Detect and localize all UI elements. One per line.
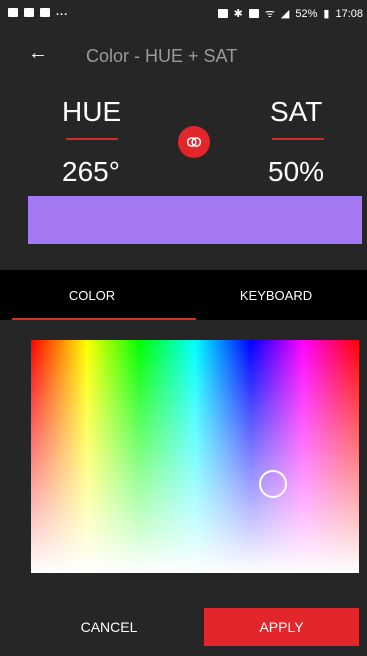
link-rings-icon: [186, 137, 202, 147]
picker-thumb[interactable]: [259, 470, 287, 498]
apply-button[interactable]: APPLY: [204, 608, 359, 646]
battery-icon: ▮: [323, 8, 330, 20]
signal-icon: ◢: [280, 8, 290, 20]
sat-value: 50%: [268, 156, 325, 187]
hue-saturation-picker[interactable]: [31, 340, 359, 573]
status-more: ...: [56, 6, 69, 18]
tab-bar: COLOR KEYBOARD: [0, 270, 367, 320]
tab-color[interactable]: COLOR: [0, 270, 184, 320]
hue-divider: [66, 138, 118, 140]
hue-label: HUE: [62, 96, 122, 127]
cancel-button[interactable]: CANCEL: [14, 608, 204, 646]
image-icon: [8, 7, 18, 17]
battery-percent: 52%: [295, 7, 318, 20]
status-left: ...: [8, 6, 68, 18]
status-right: ✱ ᯤ ◢ 52% ▮ 17:08: [217, 6, 363, 21]
wifi-icon: ᯤ: [264, 8, 275, 20]
back-arrow-icon[interactable]: ←: [28, 42, 48, 65]
color-preview: [28, 196, 362, 244]
status-time: 17:08: [335, 7, 363, 20]
app-bar: ← Color - HUE + SAT: [0, 36, 367, 80]
sat-divider: [272, 138, 324, 140]
media-icon: [24, 7, 34, 17]
status-bar: ... ✱ ᯤ ◢ 52% ▮ 17:08: [0, 0, 367, 26]
mute-icon: [248, 9, 259, 18]
hue-value: 265°: [62, 156, 120, 187]
sat-label: SAT: [270, 96, 323, 127]
alarm-icon: [217, 9, 228, 18]
bluetooth-icon: ✱: [233, 8, 243, 20]
tab-indicator: [12, 318, 196, 320]
page-title: Color - HUE + SAT: [86, 46, 238, 66]
mail-icon: [40, 7, 50, 17]
link-toggle-button[interactable]: [178, 126, 210, 158]
tab-keyboard[interactable]: KEYBOARD: [184, 270, 367, 320]
